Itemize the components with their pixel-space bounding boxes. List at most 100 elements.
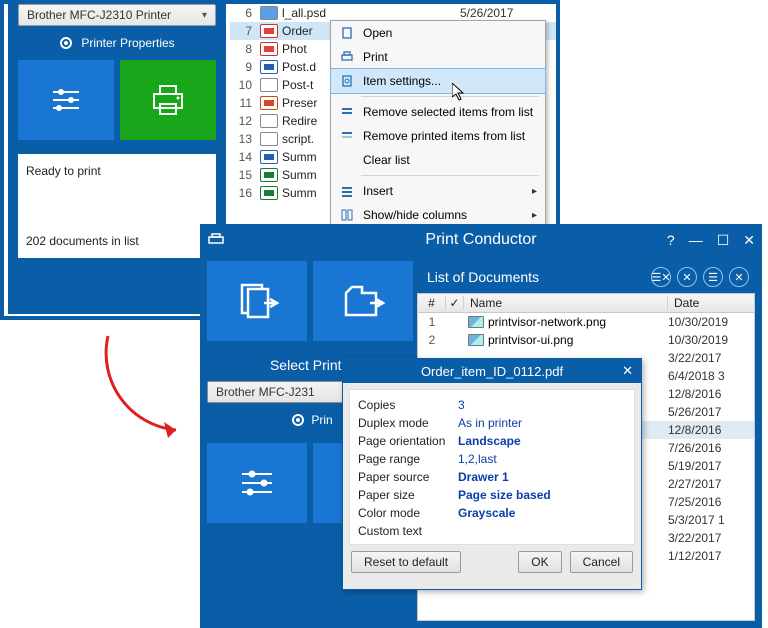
- printer-dropdown[interactable]: Brother MFC-J2310 Printer ▾: [18, 4, 216, 26]
- filetype-icon: [260, 186, 278, 200]
- ctx-clear-list[interactable]: Clear list: [331, 148, 545, 172]
- th-number[interactable]: #: [418, 296, 446, 310]
- filetype-icon: [260, 60, 278, 74]
- printer-dropdown-value: Brother MFC-J2310 Printer: [27, 8, 171, 22]
- table-row[interactable]: 2 printvisor-ui.png 10/30/2019: [418, 331, 754, 349]
- row-number: 9: [236, 60, 260, 74]
- add-folder-tile[interactable]: [313, 261, 413, 341]
- setting-row[interactable]: Paper size Page size based: [358, 486, 626, 504]
- file-date: 10/30/2019: [668, 333, 754, 347]
- printer-small-icon: [337, 49, 357, 65]
- th-name[interactable]: Name: [464, 296, 668, 310]
- row-number: 15: [236, 168, 260, 182]
- setting-value[interactable]: 3: [458, 398, 465, 412]
- filetype-icon: [468, 316, 484, 328]
- list-action-4[interactable]: ✕: [729, 267, 749, 287]
- file-date: 6/4/2018 3: [668, 369, 754, 383]
- ctx-remove-printed[interactable]: Remove printed items from list: [331, 124, 545, 148]
- setting-value[interactable]: 1,2,last: [458, 452, 497, 466]
- dialog-title: Order_item_ID_0112.pdf: [421, 364, 563, 379]
- sliders-icon: [49, 85, 83, 115]
- row-number: 13: [236, 132, 260, 146]
- filetype-icon: [260, 96, 278, 110]
- row-number: 2: [418, 333, 446, 347]
- file-date: 2/27/2017: [668, 477, 754, 491]
- filetype-icon: [260, 168, 278, 182]
- dialog-titlebar[interactable]: Order_item_ID_0112.pdf ✕: [343, 359, 641, 383]
- ctx-clear-list-label: Clear list: [363, 153, 410, 167]
- setting-value[interactable]: Landscape: [458, 434, 521, 448]
- add-folder-icon: [340, 281, 386, 321]
- setting-key: Page range: [358, 452, 458, 466]
- add-documents-tile[interactable]: [207, 261, 307, 341]
- setting-row[interactable]: Color mode Grayscale: [358, 504, 626, 522]
- ctx-print-label: Print: [363, 50, 388, 64]
- setting-row[interactable]: Page range 1,2,last: [358, 450, 626, 468]
- ctx-open[interactable]: Open: [331, 21, 545, 45]
- cancel-button[interactable]: Cancel: [570, 551, 633, 573]
- setting-value[interactable]: As in printer: [458, 416, 522, 430]
- app-titlebar[interactable]: Print Conductor ? — ☐ ✕: [201, 225, 761, 255]
- row-number: 10: [236, 78, 260, 92]
- reset-button[interactable]: Reset to default: [351, 551, 461, 573]
- setting-row[interactable]: Duplex mode As in printer: [358, 414, 626, 432]
- columns-icon: [337, 207, 357, 223]
- dialog-body: Copies 3Duplex mode As in printerPage or…: [349, 389, 635, 545]
- ctx-insert-label: Insert: [363, 184, 393, 198]
- setting-value[interactable]: Page size based: [458, 488, 551, 502]
- sliders-icon: [238, 467, 276, 499]
- remove-printed-icon: [337, 128, 357, 144]
- status-ready-label: Ready to print: [26, 164, 208, 178]
- settings-tile[interactable]: [18, 60, 114, 140]
- app-title: Print Conductor: [425, 231, 536, 249]
- printer-icon: [148, 82, 188, 118]
- list-action-3[interactable]: ☰: [703, 267, 723, 287]
- file-date: 3/22/2017: [668, 531, 754, 545]
- printer-properties-button[interactable]: Printer Properties: [8, 30, 226, 60]
- status-count-label: 202 documents in list: [26, 234, 208, 248]
- minimize-button[interactable]: —: [689, 232, 703, 248]
- ctx-item-settings-label: Item settings...: [363, 74, 441, 88]
- setting-key: Custom text: [358, 524, 458, 538]
- setting-row[interactable]: Custom text: [358, 522, 626, 540]
- printer-properties-label: Prin: [311, 413, 332, 427]
- dialog-close-button[interactable]: ✕: [622, 363, 633, 379]
- setting-row[interactable]: Page orientation Landscape: [358, 432, 626, 450]
- list-action-1[interactable]: ☰✕: [651, 267, 671, 287]
- ok-button[interactable]: OK: [518, 551, 561, 573]
- th-check[interactable]: ✓: [446, 296, 464, 310]
- ctx-open-label: Open: [363, 26, 392, 40]
- separator: [361, 175, 539, 176]
- row-number: 7: [236, 24, 260, 38]
- ctx-remove-selected[interactable]: Remove selected items from list: [331, 100, 545, 124]
- submenu-arrow-icon: ▸: [532, 210, 537, 221]
- file-date: 10/30/2019: [668, 315, 754, 329]
- file-date: 5/3/2017 1: [668, 513, 754, 527]
- table-header[interactable]: # ✓ Name Date: [417, 293, 755, 313]
- close-button[interactable]: ✕: [743, 232, 755, 249]
- setting-value[interactable]: Grayscale: [458, 506, 515, 520]
- ctx-insert[interactable]: Insert ▸: [331, 179, 545, 203]
- help-button[interactable]: ?: [667, 232, 675, 248]
- list-action-2[interactable]: ✕: [677, 267, 697, 287]
- background-sidebar: Brother MFC-J2310 Printer ▾ Printer Prop…: [8, 4, 226, 314]
- print-tile[interactable]: [120, 60, 216, 140]
- gear-icon: [291, 413, 305, 427]
- dialog-footer: Reset to default OK Cancel: [343, 551, 641, 581]
- ctx-print[interactable]: Print: [331, 45, 545, 69]
- filetype-icon: [260, 150, 278, 164]
- settings-tile[interactable]: [207, 443, 307, 523]
- ctx-showhide-label: Show/hide columns: [363, 208, 467, 222]
- maximize-button[interactable]: ☐: [717, 232, 730, 249]
- file-date: 5/19/2017: [668, 459, 754, 473]
- setting-row[interactable]: Paper source Drawer 1: [358, 468, 626, 486]
- table-row[interactable]: 1 printvisor-network.png 10/30/2019: [418, 313, 754, 331]
- ctx-remove-printed-label: Remove printed items from list: [363, 129, 525, 143]
- ctx-item-settings[interactable]: Item settings...: [331, 69, 545, 93]
- setting-row[interactable]: Copies 3: [358, 396, 626, 414]
- printer-properties-label: Printer Properties: [81, 36, 174, 50]
- filetype-icon: [260, 6, 278, 20]
- settings-page-icon: [337, 73, 357, 89]
- th-date[interactable]: Date: [668, 296, 754, 310]
- setting-value[interactable]: Drawer 1: [458, 470, 509, 484]
